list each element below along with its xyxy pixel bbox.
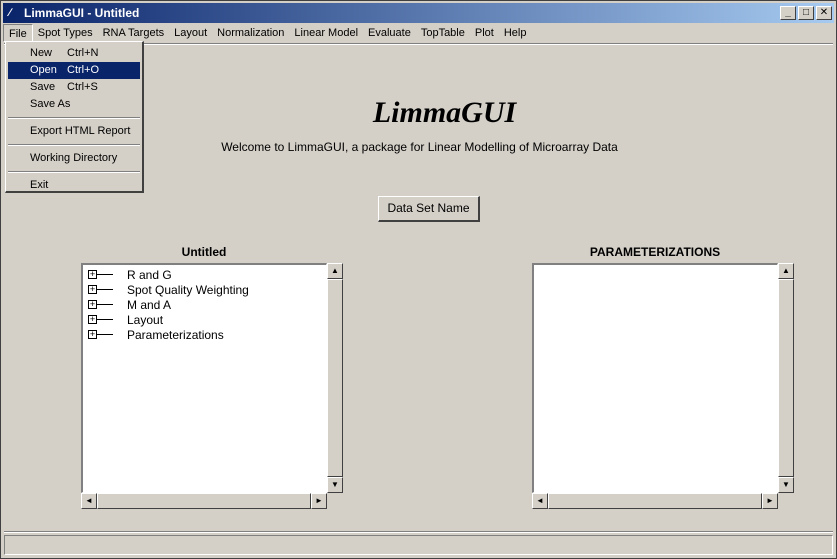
file-menu-working-directory[interactable]: Working Directory <box>8 150 140 167</box>
file-menu-save[interactable]: Save Ctrl+S <box>8 79 140 96</box>
menu-normalization[interactable]: Normalization <box>212 24 289 42</box>
title-bar[interactable]: ∕ LimmaGUI - Untitled _ □ ✕ <box>3 3 834 23</box>
scroll-left-icon[interactable]: ◄ <box>81 493 97 509</box>
window-title: LimmaGUI - Untitled <box>24 6 140 20</box>
data-set-name-button[interactable]: Data Set Name <box>378 196 480 222</box>
scroll-left-icon[interactable]: ◄ <box>532 493 548 509</box>
left-panel-title: Untitled <box>181 245 227 259</box>
menu-separator <box>8 117 140 119</box>
tree-connector <box>97 304 113 305</box>
tree-item-label: R and G <box>127 267 172 282</box>
left-horizontal-scrollbar[interactable]: ◄ ► <box>81 493 327 509</box>
menu-toptable[interactable]: TopTable <box>416 24 470 42</box>
expand-icon[interactable]: + <box>88 300 97 309</box>
expand-icon[interactable]: + <box>88 330 97 339</box>
menu-linear-model[interactable]: Linear Model <box>289 24 363 42</box>
file-menu-exit-label: Exit <box>30 179 49 191</box>
right-vertical-scrollbar[interactable]: ▲ ▼ <box>778 263 794 493</box>
expand-icon[interactable]: + <box>88 270 97 279</box>
tree-item-m-and-a[interactable]: + M and A <box>83 297 326 312</box>
tree-connector <box>97 319 113 320</box>
menu-rna-targets[interactable]: RNA Targets <box>98 24 170 42</box>
scroll-thumb[interactable] <box>778 279 794 477</box>
feather-icon: ∕ <box>9 7 11 19</box>
tree-connector <box>97 289 113 290</box>
tree-item-label: M and A <box>127 297 172 312</box>
file-menu-open-label: Open <box>30 64 57 76</box>
app-window: ∕ LimmaGUI - Untitled _ □ ✕ File Spot Ty… <box>0 0 837 559</box>
right-horizontal-scrollbar[interactable]: ◄ ► <box>532 493 778 509</box>
scroll-up-icon[interactable]: ▲ <box>778 263 794 279</box>
scroll-right-icon[interactable]: ► <box>762 493 778 509</box>
expand-icon[interactable]: + <box>88 285 97 294</box>
data-tree-list[interactable]: + R and G + Spot Quality Weighting + M a… <box>81 263 327 493</box>
tree-connector <box>97 274 113 275</box>
scroll-thumb[interactable] <box>548 493 762 509</box>
scroll-thumb[interactable] <box>327 279 343 477</box>
expand-icon[interactable]: + <box>88 315 97 324</box>
file-menu-exit[interactable]: Exit <box>8 177 140 194</box>
scroll-down-icon[interactable]: ▼ <box>327 477 343 493</box>
menu-separator <box>8 144 140 146</box>
tree-item-parameterizations[interactable]: + Parameterizations <box>83 327 326 342</box>
menu-evaluate[interactable]: Evaluate <box>363 24 416 42</box>
scroll-up-icon[interactable]: ▲ <box>327 263 343 279</box>
scroll-down-icon[interactable]: ▼ <box>778 477 794 493</box>
tree-connector <box>97 334 113 335</box>
menu-spot-types[interactable]: Spot Types <box>33 24 98 42</box>
scroll-right-icon[interactable]: ► <box>311 493 327 509</box>
file-menu-new-label: New <box>30 47 53 59</box>
tree-item-layout[interactable]: + Layout <box>83 312 326 327</box>
close-button[interactable]: ✕ <box>816 6 832 20</box>
tree-item-label: Parameterizations <box>127 327 224 342</box>
tree-item-label: Spot Quality Weighting <box>127 282 249 297</box>
menu-help[interactable]: Help <box>499 24 532 42</box>
status-divider <box>4 531 833 533</box>
tree-item-spot-quality[interactable]: + Spot Quality Weighting <box>83 282 326 297</box>
file-menu-save-as-label: Save As <box>30 98 71 110</box>
tree-item-r-and-g[interactable]: + R and G <box>83 267 326 282</box>
file-menu-save-as[interactable]: Save As <box>8 96 140 113</box>
tree-item-label: Layout <box>127 312 164 327</box>
status-bar <box>4 535 833 555</box>
left-vertical-scrollbar[interactable]: ▲ ▼ <box>327 263 343 493</box>
file-menu-new[interactable]: New Ctrl+N <box>8 45 140 62</box>
file-menu-dropdown: New Ctrl+N Open Ctrl+O Save Ctrl+S Save … <box>5 41 144 193</box>
file-menu-new-shortcut: Ctrl+N <box>67 47 99 59</box>
file-menu-export-label: Export HTML Report <box>30 125 131 137</box>
file-menu-save-label: Save <box>30 81 56 93</box>
minimize-button[interactable]: _ <box>780 6 796 20</box>
file-menu-save-shortcut: Ctrl+S <box>67 81 98 93</box>
file-menu-open[interactable]: Open Ctrl+O <box>8 62 140 79</box>
parameterizations-list[interactable] <box>532 263 778 493</box>
right-panel-title: PARAMETERIZATIONS <box>589 245 721 259</box>
maximize-button[interactable]: □ <box>798 6 814 20</box>
scroll-thumb[interactable] <box>97 493 311 509</box>
menu-file[interactable]: File <box>3 24 33 42</box>
file-menu-working-dir-label: Working Directory <box>30 152 118 164</box>
menu-bar: File Spot Types RNA Targets Layout Norma… <box>3 24 834 42</box>
file-menu-open-shortcut: Ctrl+O <box>67 64 100 76</box>
menu-plot[interactable]: Plot <box>470 24 499 42</box>
file-menu-export-html[interactable]: Export HTML Report <box>8 123 140 140</box>
menu-separator <box>8 171 140 173</box>
menu-layout[interactable]: Layout <box>169 24 212 42</box>
